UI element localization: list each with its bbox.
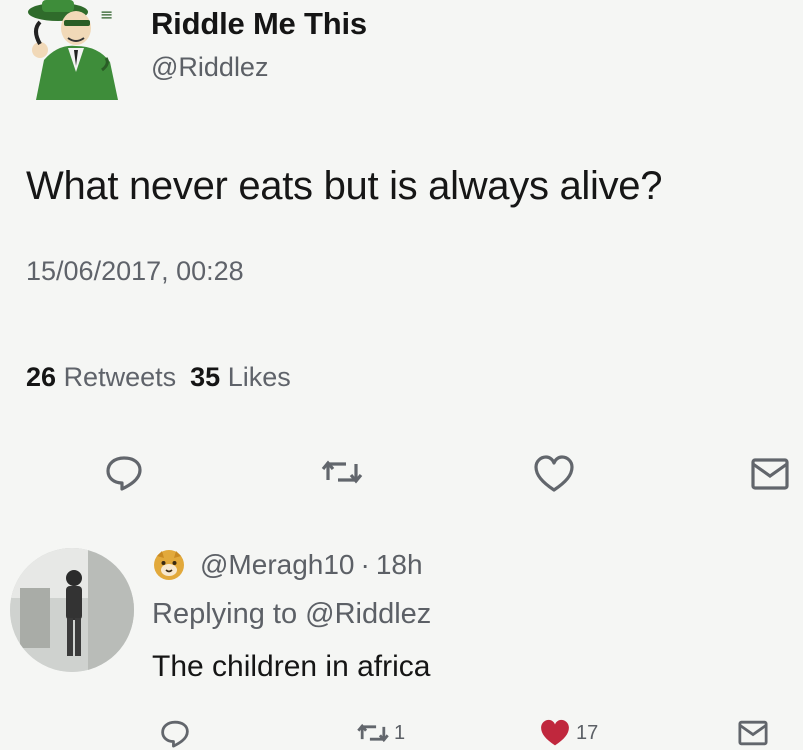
retweet-icon xyxy=(357,723,389,743)
reply-message-button[interactable] xyxy=(736,716,770,750)
retweet-icon xyxy=(321,460,363,484)
replying-to: Replying to @Riddlez xyxy=(152,598,431,631)
likes-count[interactable]: 35 xyxy=(190,362,220,392)
tweet-timestamp[interactable]: 15/06/2017, 00:28 xyxy=(26,256,244,287)
reply-icon xyxy=(106,456,142,491)
author-avatar[interactable]: ≡ xyxy=(18,0,130,100)
reply-text: The children in africa xyxy=(152,650,431,683)
reply-retweet-button[interactable]: 1 xyxy=(356,716,405,750)
reply-like-button[interactable]: 17 xyxy=(538,716,598,750)
author-handle[interactable]: @Riddlez xyxy=(151,52,268,83)
message-icon xyxy=(738,720,768,746)
reply-reply-button[interactable] xyxy=(158,716,192,750)
reply-separator: · xyxy=(360,549,370,580)
author-name[interactable]: Riddle Me This xyxy=(151,6,367,42)
tweet-stats: 26 Retweets 35 Likes xyxy=(26,362,291,393)
reply-header: @Meragh10 · 18h xyxy=(152,548,423,582)
tweet-text: What never eats but is always alive? xyxy=(26,164,663,208)
reply-handle[interactable]: @Meragh10 xyxy=(200,549,355,581)
like-button[interactable] xyxy=(532,452,576,496)
message-button[interactable] xyxy=(748,452,792,496)
reply-retweet-count: 1 xyxy=(394,721,406,744)
retweet-button[interactable] xyxy=(320,450,364,494)
svg-text:≡: ≡ xyxy=(100,5,113,24)
reply-icon xyxy=(161,720,189,748)
reply-age[interactable]: 18h xyxy=(376,549,423,581)
replying-to-prefix: Replying to xyxy=(152,598,298,630)
retweets-count[interactable]: 26 xyxy=(26,362,56,392)
like-icon xyxy=(534,455,574,492)
tiger-emoji-icon xyxy=(154,550,184,580)
replying-to-mention[interactable]: @Riddlez xyxy=(305,598,431,630)
reply-avatar[interactable] xyxy=(10,548,134,672)
likes-label[interactable]: Likes xyxy=(228,362,291,392)
reply-like-count: 17 xyxy=(576,721,599,744)
message-icon xyxy=(751,458,789,490)
retweets-label[interactable]: Retweets xyxy=(64,362,177,392)
liked-heart-icon xyxy=(541,719,569,746)
reply-button[interactable] xyxy=(102,450,146,494)
